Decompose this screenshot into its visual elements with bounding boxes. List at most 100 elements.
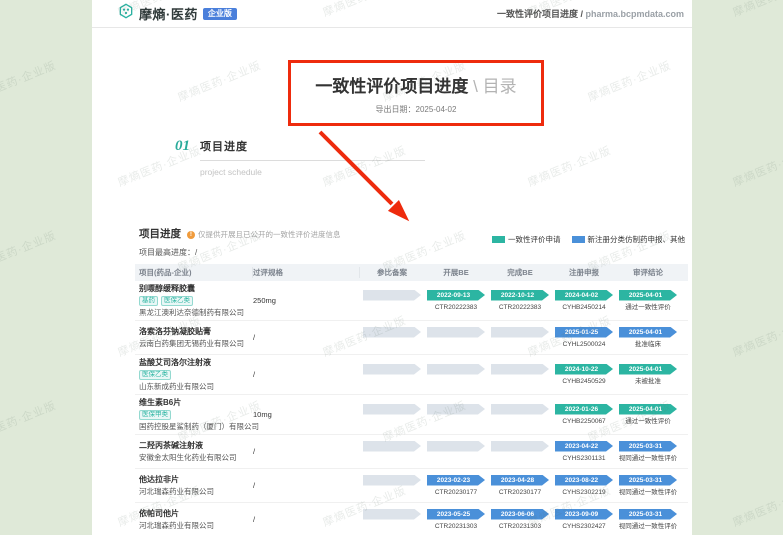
moxi-logo-icon [118,3,134,24]
step-date: 2025-01-25 [555,327,613,338]
step-date: 2023-08-22 [555,475,613,486]
step-code [455,455,457,463]
drug-info-cell: 他达拉非片河北瑞森药业有限公司 [139,475,253,497]
step-code [519,378,521,386]
milestone-chevron: 2023-04-22 [555,441,613,452]
step-code: CTR20231303 [435,523,477,531]
progress-step: 2025-01-25CYHL2500024 [552,327,616,349]
drug-name[interactable]: 二羟丙茶碱注射液 [139,441,253,451]
step-code: CTR20222383 [499,304,541,312]
step-date: 2023-04-28 [491,475,549,486]
table-row: 二羟丙茶碱注射液安徽金太阳生化药业有限公司/ 2023-04-22CYHS230… [135,435,688,469]
max-progress-label: 项目最高进度： [139,248,195,257]
milestone-chevron: 2023-02-23 [427,475,485,486]
drug-name[interactable]: 他达拉非片 [139,475,253,485]
col-be-start: 开展BE [424,267,488,278]
step-code [391,418,393,426]
page-title: 一致性评价项目进度 [315,77,468,96]
progress-step: 2023-08-22CYHS2302219 [552,475,616,497]
drug-tag: 医保乙类 [139,370,171,380]
red-arrow-annotation [302,122,422,234]
drug-info-cell: 依帕司他片河北瑞森药业有限公司 [139,509,253,531]
step-code: 批准临床 [635,341,661,349]
progress-step: 2025-03-31视同通过一致性评价 [616,441,680,463]
step-code [391,523,393,531]
progress-step: 2023-04-22 CYHS2301131 [552,441,616,463]
step-date: 2025-03-31 [619,441,677,452]
milestone-chevron: 2024-04-02 [555,290,613,301]
step-code: CYHB2250067 [562,418,605,426]
blue-swatch-icon [572,236,585,243]
drug-info-cell: 盐酸艾司洛尔注射液医保乙类山东新成药业有限公司 [139,358,253,392]
step-code: CYHS2301131 [563,455,606,463]
drug-tags: 基药医保乙类 [139,296,253,306]
brand-name: 摩熵·医药 [139,4,198,23]
company-name: 黑龙江澳利达奈德制药有限公司 [139,308,253,318]
drug-name[interactable]: 洛索洛芬钠凝胶贴膏 [139,327,253,337]
step-code: CYHB2450214 [562,304,605,312]
step-date: 2022-01-26 [555,404,613,415]
progress-step [360,364,424,386]
milestone-chevron: 2022-09-13 [427,290,485,301]
watermark-text: 摩熵医药·企业版 [0,57,58,105]
watermark-text: 摩熵医药·企业版 [730,142,783,190]
col-be-complete: 完成BE [488,267,552,278]
drug-name[interactable]: 别嘌醇缓释胶囊 [139,284,253,294]
drug-name[interactable]: 盐酸艾司洛尔注射液 [139,358,253,368]
enterprise-badge: 企业版 [203,8,237,20]
watermark-text: 摩熵医药·企业版 [730,482,783,530]
step-code: CTR20230177 [499,489,541,497]
milestone-chevron: 2025-01-25 [555,327,613,338]
info-icon: ! [187,231,195,239]
table-row: 他达拉非片河北瑞森药业有限公司/ 2023-02-23CTR2023017720… [135,469,688,503]
breadcrumb-text: 一致性评价项目进度 / [497,9,583,19]
table-body: 别嘌醇缓释胶囊基药医保乙类黑龙江澳利达奈德制药有限公司250mg 2022-09… [92,281,692,535]
progress-step: 2022-09-13CTR20222383 [424,290,488,312]
empty-chevron [427,404,485,415]
step-date: 2025-04-01 [619,404,677,415]
step-code: CYHB2450529 [562,378,605,386]
progress-step [360,327,424,349]
milestone-chevron: 2025-03-31 [619,441,677,452]
page-subtitle: \ 目录 [473,77,516,96]
step-code [391,378,393,386]
col-reference: 参比备案 [360,267,424,278]
empty-chevron [427,327,485,338]
table-row: 盐酸艾司洛尔注射液医保乙类山东新成药业有限公司/ 2024-10-22CYHB2… [135,355,688,395]
drug-tag: 基药 [139,296,158,306]
step-code [455,418,457,426]
milestone-chevron: 2025-04-01 [619,290,677,301]
progress-step: 2025-04-01未被批准 [616,364,680,386]
step-code [391,341,393,349]
progress-step: 2022-10-12CTR20222383 [488,290,552,312]
empty-chevron [363,327,421,338]
col-spec: 过评规格 [253,267,360,278]
milestone-chevron: 2023-04-28 [491,475,549,486]
step-code [391,455,393,463]
empty-chevron [427,441,485,452]
progress-step [360,404,424,426]
step-date: 2025-03-31 [619,475,677,486]
table-row: 别嘌醇缓释胶囊基药医保乙类黑龙江澳利达奈德制药有限公司250mg 2022-09… [135,281,688,321]
milestone-chevron: 2024-10-22 [555,364,613,375]
legend-label: 新注册分类仿制药申报、其他 [588,234,686,245]
step-code [455,378,457,386]
drug-tags: 医保甲类 [139,410,253,420]
table-row: 维生素B6片医保甲类国药控股星鲨制药（厦门）有限公司10mg 2022-01-2… [135,395,688,435]
milestone-chevron: 2023-05-25 [427,509,485,520]
empty-chevron [363,404,421,415]
drug-tags: 医保乙类 [139,370,253,380]
drug-name[interactable]: 依帕司他片 [139,509,253,519]
milestone-chevron: 2025-04-01 [619,364,677,375]
header-breadcrumb: 一致性评价项目进度 / pharma.bcpmdata.com [497,7,684,20]
step-code: 视同通过一致性评价 [619,523,678,531]
empty-chevron [427,364,485,375]
col-project: 项目(药品-企业) [139,267,253,278]
spec-value: 10mg [253,410,360,419]
drug-name[interactable]: 维生素B6片 [139,398,253,408]
brand-logo[interactable]: 摩熵·医药 企业版 [118,3,237,24]
legend-item-consistency: 一致性评价申请 [492,234,561,245]
step-code [519,341,521,349]
step-code: CTR20230177 [435,489,477,497]
document-page: 摩熵·医药 企业版 一致性评价项目进度 / pharma.bcpmdata.co… [92,0,692,535]
